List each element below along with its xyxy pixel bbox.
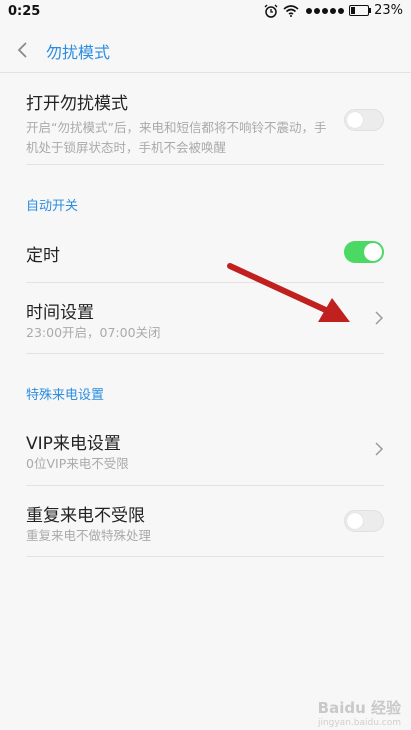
top-app-bar: 勿扰模式 [0, 28, 411, 72]
switch-knob [364, 243, 382, 261]
watermark-logo: Baidu 经验 [317, 699, 401, 717]
battery-percent: 23% [374, 3, 403, 18]
repeat-calls-row[interactable]: 重复来电不受限 重复来电不做特殊处理 [26, 501, 384, 546]
switch-knob [347, 112, 363, 128]
divider [26, 353, 384, 354]
switch-knob [347, 513, 363, 529]
divider [26, 556, 384, 557]
status-icons: 23% [264, 3, 403, 18]
dnd-toggle-row[interactable]: 打开勿扰模式 开启“勿扰模式”后，来电和短信都将不响铃不震动，手机处于锁屏状态时… [26, 89, 384, 158]
vip-setting-subtitle: 0位VIP来电不受限 [26, 456, 129, 471]
vip-setting-title: VIP来电设置 [26, 434, 121, 454]
schedule-title: 定时 [26, 246, 60, 266]
schedule-switch[interactable] [344, 241, 384, 263]
chevron-right-icon [375, 311, 384, 325]
battery-icon [349, 5, 372, 16]
header-divider [0, 72, 411, 73]
time-setting-row[interactable]: 时间设置 23:00开启，07:00关闭 [26, 298, 384, 343]
repeat-calls-switch[interactable] [344, 510, 384, 532]
dnd-switch[interactable] [344, 109, 384, 131]
divider [26, 164, 384, 165]
alarm-icon [264, 4, 278, 18]
watermark-url: jingyan.baidu.com [317, 718, 401, 728]
wifi-icon [283, 4, 299, 17]
chevron-right-icon [375, 442, 384, 456]
chevron-left-icon[interactable] [15, 41, 33, 59]
vip-setting-row[interactable]: VIP来电设置 0位VIP来电不受限 [26, 429, 384, 474]
section-special-calls: 特殊来电设置 [26, 388, 105, 403]
page-title: 勿扰模式 [46, 43, 111, 62]
section-auto-switch: 自动开关 [26, 199, 79, 214]
dnd-toggle-description: 开启“勿扰模式”后，来电和短信都将不响铃不震动，手机处于锁屏状态时，手机不会被唤… [26, 120, 327, 155]
dnd-toggle-title: 打开勿扰模式 [26, 94, 128, 114]
repeat-calls-subtitle: 重复来电不做特殊处理 [26, 528, 152, 543]
divider [26, 282, 384, 283]
status-bar: 0:25 23% [0, 0, 411, 24]
time-setting-subtitle: 23:00开启，07:00关闭 [26, 325, 161, 340]
time-setting-title: 时间设置 [26, 303, 94, 323]
signal-dots-icon [304, 3, 345, 18]
repeat-calls-title: 重复来电不受限 [26, 506, 145, 526]
schedule-row[interactable]: 定时 [26, 241, 384, 266]
status-time: 0:25 [8, 4, 41, 19]
divider [26, 485, 384, 486]
